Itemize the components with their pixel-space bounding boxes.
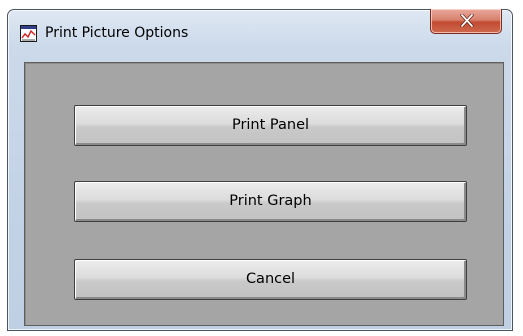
print-graph-button[interactable]: Print Graph xyxy=(74,181,467,222)
dialog-panel: Print Panel Print Graph Cancel xyxy=(24,62,504,326)
window-title: Print Picture Options xyxy=(45,25,189,41)
print-panel-button[interactable]: Print Panel xyxy=(74,105,467,146)
close-x-icon xyxy=(460,14,474,27)
graph-document-icon xyxy=(20,25,37,42)
cancel-button[interactable]: Cancel xyxy=(74,259,467,300)
title-bar[interactable]: Print Picture Options xyxy=(8,9,512,54)
close-button[interactable] xyxy=(430,9,502,34)
print-picture-options-dialog: Print Picture Options Print Panel Print … xyxy=(7,9,513,331)
